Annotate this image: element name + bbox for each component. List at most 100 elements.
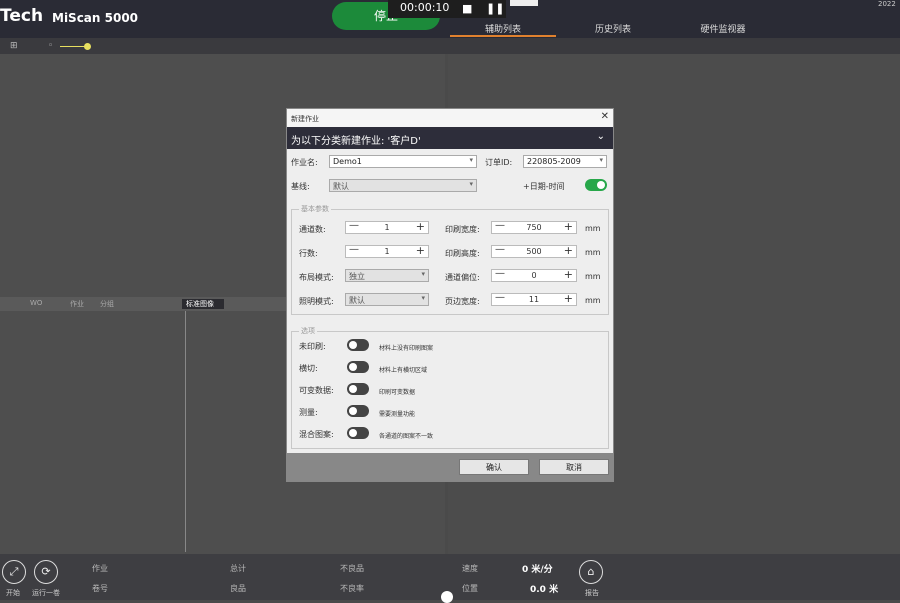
- print-width-unit: mm: [585, 224, 601, 233]
- option-label: 混合图案:: [299, 430, 334, 439]
- close-icon[interactable]: ✕: [601, 111, 609, 122]
- ok-button[interactable]: 确认: [459, 459, 529, 475]
- chevron-down-icon[interactable]: ▾: [421, 294, 425, 302]
- job-name-value: Demo1: [333, 157, 362, 166]
- order-id-value: 220805-2009: [527, 157, 581, 166]
- plus-icon[interactable]: +: [564, 268, 573, 281]
- print-width-label: 印刷宽度:: [445, 225, 480, 234]
- dialog-titlebar: 新建作业 ✕: [287, 109, 613, 127]
- print-height-stepper[interactable]: — 500 +: [491, 244, 577, 258]
- cancel-button[interactable]: 取消: [539, 459, 609, 475]
- option-hint: 需要测量功能: [379, 411, 416, 418]
- dialog-header-text: 为以下分类新建作业: '客户D': [291, 136, 421, 147]
- defect-label: 不良品: [340, 564, 364, 573]
- print-one-label: 运行一卷: [32, 589, 60, 597]
- offset-label: 通道偏位:: [445, 273, 480, 282]
- option-label: 横切:: [299, 364, 318, 373]
- option-toggle-variable-data[interactable]: [347, 383, 369, 395]
- grid-icon[interactable]: ⊞: [10, 41, 18, 51]
- top-bar: Tech MiScan 5000 停止 00:00:10 ■ ❚❚ 辅助列表 历…: [0, 0, 900, 38]
- plus-icon[interactable]: +: [564, 244, 573, 257]
- print-height-label: 印刷高度:: [445, 249, 480, 258]
- option-hint: 材料上有横切区域: [379, 367, 428, 374]
- subtab-wo[interactable]: WO: [30, 299, 42, 307]
- stop-icon[interactable]: ■: [462, 2, 472, 15]
- margin-stepper[interactable]: — 11 +: [491, 292, 577, 306]
- new-job-dialog: 新建作业 ✕ 为以下分类新建作业: '客户D' ⌄ 作业名: Demo1 ▾ 订…: [286, 108, 614, 482]
- subtab-group[interactable]: 分组: [100, 299, 114, 309]
- chevron-down-icon[interactable]: ▾: [469, 180, 473, 188]
- option-hint: 印刷可变数据: [379, 389, 416, 396]
- options-group: [291, 331, 609, 449]
- chevron-down-icon[interactable]: ▾: [599, 156, 603, 164]
- offset-stepper[interactable]: — 0 +: [491, 268, 577, 282]
- print-height-unit: mm: [585, 248, 601, 257]
- order-id-input[interactable]: 220805-2009 ▾: [523, 155, 607, 168]
- chevron-down-icon[interactable]: ⌄: [597, 131, 605, 142]
- pause-icon[interactable]: ❚❚: [486, 2, 504, 15]
- baseline-label: 基线:: [291, 182, 310, 191]
- position-value: 0.0 米: [530, 585, 559, 595]
- zoom-icon[interactable]: ◦: [48, 41, 53, 51]
- dialog-footer: 确认 取消: [287, 453, 613, 481]
- job-name-input[interactable]: Demo1 ▾: [329, 155, 477, 168]
- cols-label: 行数:: [299, 249, 318, 258]
- basic-params-title: 基本参数: [299, 204, 331, 214]
- dialog-window-title: 新建作业: [291, 115, 319, 123]
- margin-unit: mm: [585, 296, 601, 305]
- rows-label: 通道数:: [299, 225, 326, 234]
- indicator-strip: [510, 0, 538, 6]
- order-id-label: 订单ID:: [485, 158, 513, 167]
- plus-icon[interactable]: +: [564, 220, 573, 233]
- roll-label: 卷号: [92, 584, 108, 593]
- chevron-down-icon[interactable]: ▾: [421, 270, 425, 278]
- dialog-header: 为以下分类新建作业: '客户D' ⌄: [287, 127, 613, 149]
- plus-icon[interactable]: +: [416, 220, 425, 233]
- option-hint: 材料上没有印刷图案: [379, 345, 434, 352]
- layout-value: 独立: [349, 272, 365, 281]
- subtab-job[interactable]: 作业: [70, 299, 84, 309]
- baseline-select[interactable]: 默认 ▾: [329, 179, 477, 192]
- start-icon[interactable]: ⤢: [2, 560, 26, 584]
- timer-text: 00:00:10: [400, 1, 450, 14]
- subtab-standard-image[interactable]: 标准图像: [182, 299, 224, 309]
- light-select[interactable]: 默认 ▾: [345, 293, 429, 306]
- cols-stepper[interactable]: — 1 +: [345, 244, 429, 258]
- option-hint: 各通道的图案不一致: [379, 433, 434, 440]
- option-toggle-unprinted[interactable]: [347, 339, 369, 351]
- recording-timer: 00:00:10 ■ ❚❚: [388, 0, 506, 18]
- total-label: 总计: [230, 564, 246, 573]
- options-title: 选项: [299, 326, 317, 336]
- tab-hardware-monitor[interactable]: 硬件监视器: [670, 22, 776, 35]
- light-value: 默认: [349, 296, 365, 305]
- plus-icon[interactable]: +: [564, 292, 573, 305]
- brand-logo: Tech: [0, 6, 44, 26]
- print-one-icon[interactable]: ⟳: [34, 560, 58, 584]
- option-toggle-measure[interactable]: [347, 405, 369, 417]
- layout-label: 布局模式:: [299, 273, 334, 282]
- option-label: 可变数据:: [299, 386, 334, 395]
- option-label: 测量:: [299, 408, 318, 417]
- option-toggle-crosscut[interactable]: [347, 361, 369, 373]
- light-label: 照明模式:: [299, 297, 334, 306]
- zoom-slider-knob[interactable]: [84, 43, 91, 50]
- layout-select[interactable]: 独立 ▾: [345, 269, 429, 282]
- speed-value: 0 米/分: [522, 565, 553, 575]
- plus-icon[interactable]: +: [416, 244, 425, 257]
- print-width-stepper[interactable]: — 750 +: [491, 220, 577, 234]
- tab-history-list[interactable]: 历史列表: [560, 22, 666, 35]
- cursor-dot: [441, 591, 453, 603]
- date-time-toggle[interactable]: [585, 179, 607, 191]
- option-toggle-mixed-pattern[interactable]: [347, 427, 369, 439]
- job-label: 作业: [92, 564, 108, 573]
- job-name-label: 作业名:: [291, 158, 318, 167]
- tab-assist-list[interactable]: 辅助列表: [450, 22, 556, 37]
- report-label: 报告: [585, 589, 599, 597]
- baseline-value: 默认: [333, 182, 349, 191]
- speed-label: 速度: [462, 564, 478, 573]
- chevron-down-icon[interactable]: ▾: [469, 156, 473, 164]
- rows-stepper[interactable]: — 1 +: [345, 220, 429, 234]
- date-time-label: +日期-时间: [523, 182, 565, 191]
- report-icon[interactable]: ⌂: [579, 560, 603, 584]
- margin-label: 页边宽度:: [445, 297, 480, 306]
